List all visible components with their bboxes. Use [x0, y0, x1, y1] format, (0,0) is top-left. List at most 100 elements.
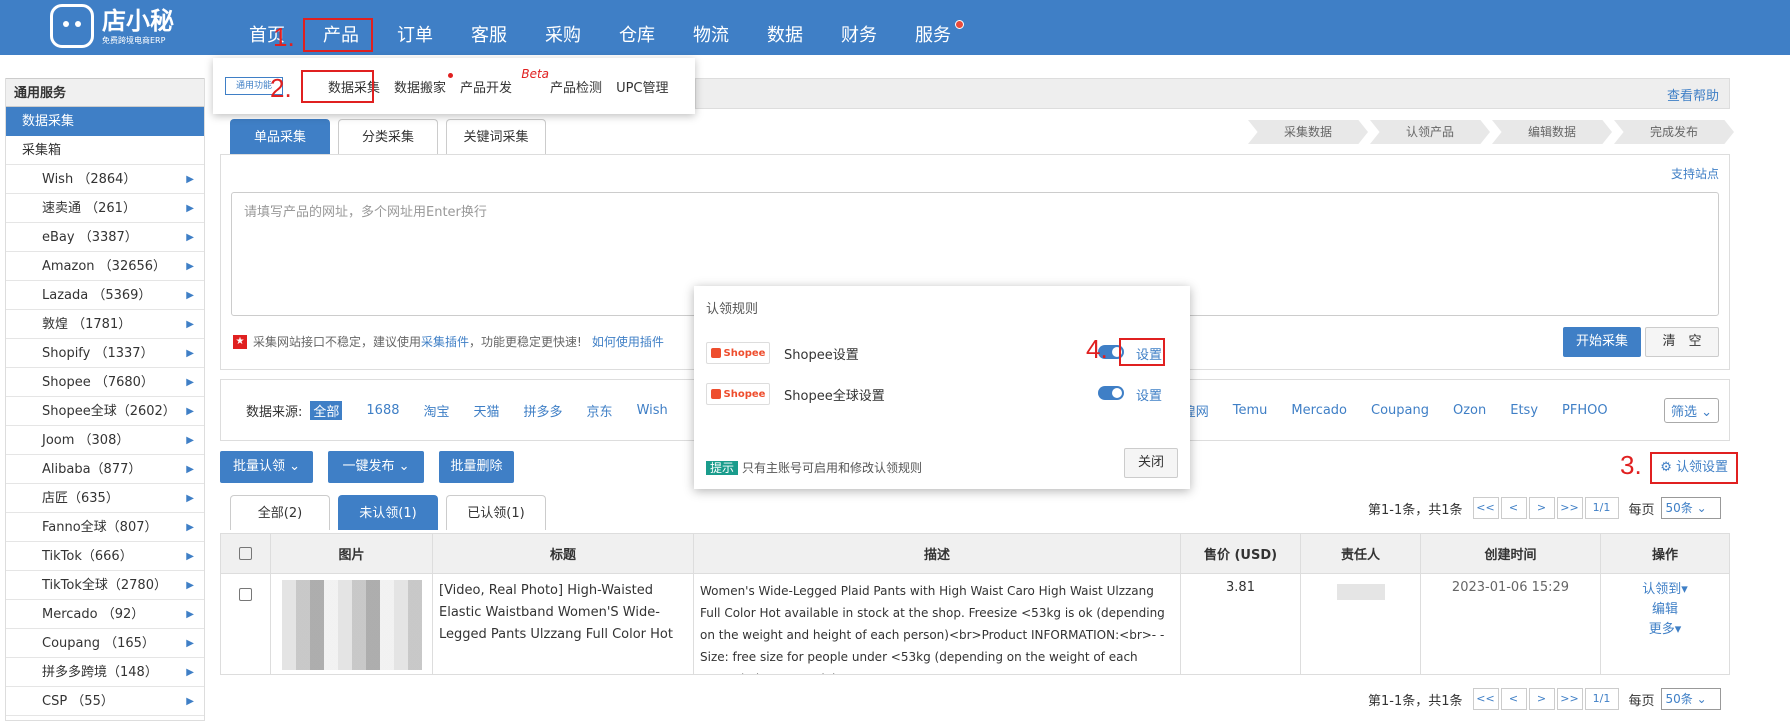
source-ozon[interactable]: Ozon — [1453, 403, 1486, 418]
row-checkbox[interactable] — [239, 588, 252, 601]
sidebar-platform-item[interactable]: Amazon （32656） ▶ — [6, 252, 204, 281]
nav-finance[interactable]: 财务 — [822, 0, 896, 55]
sidebar-platform-item[interactable]: Alibaba（877） ▶ — [6, 455, 204, 484]
step-collect: 采集数据 — [1248, 120, 1368, 144]
one-click-publish-button[interactable]: 一键发布 ⌄ — [328, 451, 424, 483]
nav-data[interactable]: 数据 — [748, 0, 822, 55]
plugin-link[interactable]: 采集插件 — [421, 333, 469, 350]
claim-settings-button[interactable]: ⚙ 认领设置 — [1650, 452, 1738, 484]
sidebar-platform-item[interactable]: Joom （308） ▶ — [6, 426, 204, 455]
start-collect-button[interactable]: 开始采集 — [1563, 327, 1641, 357]
shopee-global-toggle[interactable] — [1098, 386, 1124, 400]
next-page-button[interactable]: > — [1528, 688, 1555, 710]
source-taobao[interactable]: 淘宝 — [424, 401, 450, 420]
submenu-product-dev-label: 产品开发 — [460, 80, 513, 96]
prev-page-button[interactable]: < — [1500, 688, 1527, 710]
tab-keyword-collect[interactable]: 关键词采集 — [446, 119, 546, 154]
batch-delete-button[interactable]: 批量删除 — [439, 451, 514, 483]
last-page-button[interactable]: >> — [1556, 688, 1583, 710]
sidebar-platform-item[interactable]: 店匠（635） ▶ — [6, 484, 204, 513]
sidebar-platform-item[interactable]: Fanno全球（807） ▶ — [6, 513, 204, 542]
sidebar-platform-item[interactable]: Wish （2864） ▶ — [6, 165, 204, 194]
nav-logistics[interactable]: 物流 — [674, 0, 748, 55]
select-all-checkbox[interactable] — [239, 547, 252, 560]
first-page-button[interactable]: << — [1472, 497, 1499, 519]
supported-sites-link[interactable]: 支持站点 — [1671, 165, 1719, 182]
pager-top: 第1-1条，共1条 << < > >> 1/1 每页 50条 ⌄ — [1368, 497, 1721, 519]
tab-unclaimed[interactable]: 未认领(1) — [338, 495, 438, 530]
source-1688[interactable]: 1688 — [366, 403, 399, 418]
last-page-button[interactable]: >> — [1556, 497, 1583, 519]
sidebar-platform-item[interactable]: Shopee （7680） ▶ — [6, 368, 204, 397]
per-page-select[interactable]: 50条 ⌄ — [1660, 497, 1721, 519]
submenu-product-check[interactable]: 产品检测 — [543, 77, 609, 96]
sidebar-platform-item[interactable]: Lazada （5369） ▶ — [6, 281, 204, 310]
per-page-value: 50条 — [1665, 692, 1693, 706]
annotation-1: 1. — [273, 22, 295, 52]
sidebar-platform-item[interactable]: 拼多多跨境（148） ▶ — [6, 658, 204, 687]
expand-arrow-icon: ▶ — [186, 406, 194, 417]
source-pfhoo[interactable]: PFHOO — [1562, 403, 1608, 418]
sidebar-platform-label: Wish （2864） — [42, 172, 137, 187]
tab-claimed[interactable]: 已认领(1) — [446, 495, 546, 530]
source-pinduoduo[interactable]: 拼多多 — [524, 401, 563, 420]
source-wish[interactable]: Wish — [637, 403, 668, 418]
sidebar-platform-item[interactable]: Mercado （92） ▶ — [6, 600, 204, 629]
sidebar-platform-label: Fanno全球（807） — [42, 520, 158, 535]
chevron-down-icon: ⌄ — [289, 459, 301, 474]
first-page-button[interactable]: << — [1472, 688, 1499, 710]
sidebar-platform-item[interactable]: Coupang （165） ▶ — [6, 629, 204, 658]
expand-arrow-icon: ▶ — [186, 551, 194, 562]
edit-link[interactable]: 编辑 — [1607, 600, 1723, 620]
batch-claim-label: 批量认领 — [232, 459, 285, 474]
sidebar-platform-item[interactable]: TikTok全球（2780） ▶ — [6, 571, 204, 600]
chevron-down-icon: ⌄ — [398, 459, 410, 474]
nav-service[interactable]: 客服 — [452, 0, 526, 55]
expand-arrow-icon: ▶ — [186, 435, 194, 446]
source-tmall[interactable]: 天猫 — [474, 401, 500, 420]
more-link[interactable]: 更多▾ — [1607, 620, 1723, 640]
app-logo[interactable]: 店小秘 免费跨境电商ERP — [50, 4, 174, 48]
tab-single-collect[interactable]: 单品采集 — [230, 119, 330, 154]
col-actions: 操作 — [1651, 548, 1678, 563]
source-temu[interactable]: Temu — [1233, 403, 1268, 418]
sidebar-item-collect-box[interactable]: 采集箱 — [6, 136, 204, 165]
submenu-data-move[interactable]: 数据搬家 — [387, 72, 454, 96]
sidebar-platform-item[interactable]: eBay （3387） ▶ — [6, 223, 204, 252]
nav-orders[interactable]: 订单 — [378, 0, 452, 55]
submenu-product-dev[interactable]: 产品开发 Beta — [453, 67, 549, 96]
filter-dropdown[interactable]: 筛选 ⌄ — [1663, 398, 1719, 423]
sidebar-platform-item[interactable]: 敦煌 （1781） ▶ — [6, 310, 204, 339]
tab-category-collect[interactable]: 分类采集 — [338, 119, 438, 154]
close-button[interactable]: 关闭 — [1124, 448, 1178, 478]
how-to-use-plugin-link[interactable]: 如何使用插件 — [592, 333, 664, 350]
claim-to-link[interactable]: 认领到▾ — [1607, 580, 1723, 600]
product-thumbnail[interactable] — [281, 580, 422, 670]
sidebar-platform-item[interactable]: 速卖通 （261） ▶ — [6, 194, 204, 223]
next-page-button[interactable]: > — [1528, 497, 1555, 519]
tab-all[interactable]: 全部(2) — [230, 495, 330, 530]
expand-arrow-icon: ▶ — [186, 464, 194, 475]
source-coupang[interactable]: Coupang — [1371, 403, 1429, 418]
per-page-select[interactable]: 50条 ⌄ — [1660, 688, 1721, 710]
sidebar-platform-item[interactable]: CSP （55） ▶ — [6, 687, 204, 716]
sidebar-platform-label: TikTok（666） — [42, 549, 133, 564]
sidebar-item-data-collect[interactable]: 数据采集 — [6, 107, 204, 136]
sidebar-platform-item[interactable]: Shopee全球（2602） ▶ — [6, 397, 204, 426]
nav-purchase[interactable]: 采购 — [526, 0, 600, 55]
source-all[interactable]: 全部 — [310, 400, 343, 420]
source-mercado[interactable]: Mercado — [1291, 403, 1347, 418]
shopee-global-setting-link[interactable]: 设置 — [1136, 385, 1162, 404]
nav-warehouse[interactable]: 仓库 — [600, 0, 674, 55]
submenu-upc[interactable]: UPC管理 — [609, 77, 675, 96]
sidebar-platform-item[interactable]: Shopify （1337） ▶ — [6, 339, 204, 368]
clear-button[interactable]: 清 空 — [1645, 327, 1719, 357]
source-etsy[interactable]: Etsy — [1510, 403, 1538, 418]
prev-page-button[interactable]: < — [1500, 497, 1527, 519]
per-page-label: 每页 — [1628, 502, 1655, 518]
batch-claim-button[interactable]: 批量认领 ⌄ — [220, 451, 313, 483]
owner-avatar — [1336, 584, 1385, 600]
sidebar-platform-item[interactable]: TikTok（666） ▶ — [6, 542, 204, 571]
help-link[interactable]: 查看帮助 — [1667, 85, 1719, 104]
source-jd[interactable]: 京东 — [587, 401, 613, 420]
